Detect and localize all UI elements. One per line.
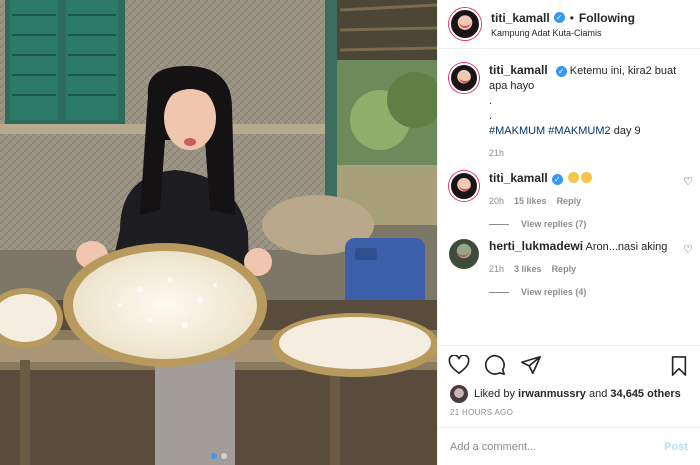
replies-line [489, 291, 509, 293]
caption-time[interactable]: 21h [489, 146, 694, 161]
view-replies[interactable]: View replies (4) [489, 287, 700, 297]
comment-username[interactable]: herti_lukmadewi [489, 239, 583, 253]
comment-time[interactable]: 20h [489, 194, 504, 209]
reply-button[interactable]: Reply [552, 262, 577, 277]
likes-joiner: and [588, 388, 608, 400]
caption-dot-line: . [489, 95, 493, 107]
caption-username[interactable]: titi_kamall [489, 63, 548, 77]
post-comment-button[interactable]: Post [664, 441, 688, 453]
view-replies-label[interactable]: View replies (4) [521, 287, 586, 297]
verified-icon: ✓ [551, 174, 563, 185]
author-username[interactable]: titi_kamall [491, 11, 550, 25]
like-heart-icon[interactable] [448, 354, 470, 375]
likes-prefix: Liked by [474, 388, 515, 400]
add-comment-input[interactable]: Add a comment... [450, 441, 536, 453]
comment-avatar[interactable] [449, 171, 479, 201]
caption-body: titi_kamall ✓ Ketemu ini, kira2 buat apa … [489, 63, 694, 161]
photo-illustration [0, 0, 437, 465]
hashtag-link[interactable]: #MAKMUM [489, 125, 545, 137]
comment-heart-icon[interactable]: ♡ [683, 243, 693, 256]
comment-likes[interactable]: 3 likes [514, 262, 542, 277]
header-text: titi_kamall ✓ • Following Kampung Adat K… [491, 11, 635, 38]
action-bar [438, 345, 700, 383]
comment-body: titi_kamall ✓ 20h 15 likes Reply [489, 171, 693, 209]
post-timestamp[interactable]: 21 HOURS AGO [438, 405, 700, 427]
caption-avatar[interactable] [449, 63, 479, 93]
bookmark-icon[interactable] [670, 356, 688, 381]
reply-button[interactable]: Reply [557, 194, 582, 209]
comment-bubble-icon[interactable] [484, 354, 506, 376]
comment-username[interactable]: titi_kamall [489, 171, 548, 185]
caption: titi_kamall ✓ Ketemu ini, kira2 buat apa … [449, 63, 700, 161]
add-comment-bar: Add a comment... Post [438, 427, 700, 465]
comment-meta: 21h 3 likes Reply [489, 262, 693, 277]
author-avatar[interactable] [449, 8, 481, 40]
carousel-dot [220, 453, 227, 459]
comment-text: Aron...nasi aking [585, 241, 668, 253]
rolling-laugh-emoji [580, 172, 592, 183]
comment-item: herti_lukmadewi Aron...nasi aking 21h 3 … [449, 239, 693, 277]
liker-avatar[interactable] [450, 385, 468, 403]
view-replies-label[interactable]: View replies (7) [521, 219, 586, 229]
following-button[interactable]: Following [579, 11, 635, 25]
comment-item: titi_kamall ✓ 20h 15 likes Reply ♡ [449, 171, 693, 209]
carousel-dot-active [210, 453, 217, 459]
post-photo[interactable] [0, 0, 437, 465]
comment-body: herti_lukmadewi Aron...nasi aking 21h 3 … [489, 239, 693, 277]
comment-time[interactable]: 21h [489, 262, 504, 277]
location-link[interactable]: Kampung Adat Kuta-Ciamis [491, 28, 635, 38]
post-header: titi_kamall ✓ • Following Kampung Adat K… [438, 0, 700, 49]
comment-heart-icon[interactable]: ♡ [683, 175, 693, 188]
view-replies[interactable]: View replies (7) [489, 219, 700, 229]
comment-meta: 20h 15 likes Reply [489, 194, 693, 209]
post-side-panel: titi_kamall ✓ • Following Kampung Adat K… [437, 0, 700, 465]
hashtag-link[interactable]: #MAKMUM2 [548, 125, 610, 137]
caption-suffix: day 9 [613, 125, 641, 137]
comments-list: titi_kamall ✓ Ketemu ini, kira2 buat apa … [438, 49, 700, 345]
rolling-laugh-emoji [567, 172, 579, 183]
likes-others[interactable]: 34,645 others [610, 388, 680, 400]
liker-username[interactable]: irwanmussry [518, 388, 586, 400]
verified-icon: ✓ [555, 66, 567, 77]
caption-dot-line: . [489, 110, 493, 122]
separator-dot: • [569, 10, 574, 25]
verified-icon: ✓ [553, 12, 565, 23]
replies-line [489, 223, 509, 225]
comment-likes[interactable]: 15 likes [514, 194, 547, 209]
instagram-post: titi_kamall ✓ • Following Kampung Adat K… [0, 0, 700, 465]
likes-summary: Liked by irwanmussry and 34,645 others [438, 383, 700, 405]
carousel-indicator [0, 453, 437, 459]
comment-avatar[interactable] [449, 239, 479, 269]
share-send-icon[interactable] [520, 354, 542, 376]
